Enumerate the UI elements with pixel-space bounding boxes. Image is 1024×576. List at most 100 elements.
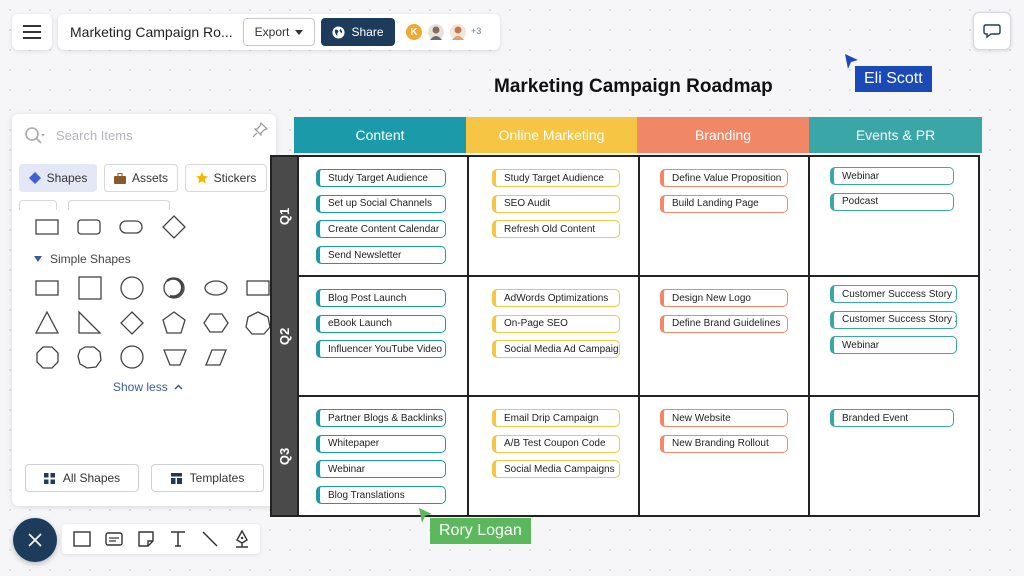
ellipse-shape bbox=[204, 280, 228, 296]
tab-stickers-label: Stickers bbox=[213, 171, 257, 185]
grid-divider bbox=[808, 157, 810, 515]
pentagon-shape bbox=[162, 311, 186, 334]
task-chip[interactable]: Study Target Audience bbox=[316, 169, 446, 187]
task-chip[interactable]: Define Brand Guidelines bbox=[660, 314, 788, 333]
pill-shape bbox=[119, 220, 143, 234]
tab-stickers[interactable]: Stickers bbox=[185, 164, 267, 192]
task-chip[interactable]: Set up Social Channels bbox=[316, 194, 446, 213]
column-header[interactable]: Events & PR bbox=[809, 117, 982, 153]
document-title[interactable]: Marketing Campaign Ro... bbox=[70, 24, 233, 40]
avatar[interactable] bbox=[426, 22, 446, 42]
tab-hidden[interactable] bbox=[19, 200, 57, 210]
search-icon bbox=[25, 127, 45, 144]
avatar[interactable]: K bbox=[404, 22, 424, 42]
grid-divider bbox=[467, 157, 469, 515]
task-chip[interactable]: Whitepaper bbox=[316, 434, 446, 453]
tab-assets[interactable]: Assets bbox=[104, 164, 178, 192]
caret-down-icon bbox=[295, 29, 304, 35]
task-chip[interactable]: Email Drip Campaign bbox=[492, 409, 620, 427]
task-chip[interactable]: Webinar bbox=[830, 336, 957, 355]
grid-divider bbox=[297, 395, 978, 397]
comments-button[interactable] bbox=[973, 12, 1011, 50]
task-chip[interactable]: AdWords Optimizations bbox=[492, 289, 620, 307]
simple-shapes-section[interactable]: Simple Shapes bbox=[34, 252, 131, 266]
search-input[interactable] bbox=[56, 128, 236, 143]
share-button[interactable]: Share bbox=[321, 18, 395, 46]
trapezoid-shape bbox=[163, 349, 187, 366]
rectangle-tool-icon[interactable] bbox=[72, 529, 92, 549]
task-chip[interactable]: Refresh Old Content bbox=[492, 220, 620, 239]
tab-shapes-label: Shapes bbox=[46, 171, 88, 185]
all-shapes-label: All Shapes bbox=[62, 471, 121, 485]
task-chip[interactable]: Study Target Audience bbox=[492, 169, 620, 187]
task-chip[interactable]: Define Value Proposition bbox=[660, 169, 788, 187]
task-chip[interactable]: A/B Test Coupon Code bbox=[492, 434, 620, 453]
pin-icon[interactable] bbox=[252, 122, 268, 138]
tab-hidden[interactable] bbox=[68, 200, 170, 210]
collaborator-cursor-label: Rory Logan bbox=[430, 518, 531, 544]
line-tool-icon[interactable] bbox=[200, 529, 220, 549]
share-label: Share bbox=[351, 25, 384, 39]
shapes-panel: Shapes Assets Stickers bbox=[12, 114, 276, 506]
column-header[interactable]: Content bbox=[294, 117, 466, 153]
menu-button[interactable] bbox=[12, 14, 52, 50]
avatar[interactable] bbox=[448, 22, 468, 42]
arc-shape bbox=[166, 277, 184, 298]
templates-button[interactable]: Templates bbox=[151, 464, 264, 492]
task-chip[interactable]: Send Newsletter bbox=[316, 246, 446, 265]
task-chip[interactable]: New Branding Rollout bbox=[660, 434, 788, 453]
tab-assets-label: Assets bbox=[131, 171, 168, 185]
task-chip[interactable]: Webinar bbox=[316, 460, 446, 479]
task-chip[interactable]: Build Landing Page bbox=[660, 194, 788, 213]
task-chip[interactable]: Partner Blogs & Backlinks bbox=[316, 409, 446, 427]
diamond-icon bbox=[28, 172, 41, 184]
show-less-link[interactable]: Show less bbox=[113, 380, 183, 394]
comment-icon bbox=[983, 24, 1001, 39]
task-chip[interactable]: SEO Audit bbox=[492, 194, 620, 213]
close-toolbar-button[interactable] bbox=[13, 518, 57, 562]
sticky-note-icon[interactable] bbox=[136, 529, 156, 549]
task-chip[interactable]: Customer Success Story 1 bbox=[830, 285, 957, 303]
show-less-label: Show less bbox=[113, 380, 168, 394]
column-header[interactable]: Online Marketing bbox=[466, 117, 637, 153]
row-label-column: Q1 Q2 Q3 bbox=[272, 157, 297, 515]
drawing-toolbar bbox=[62, 524, 260, 554]
top-toolbar: Marketing Campaign Ro... Export Share K … bbox=[58, 14, 500, 50]
task-chip[interactable]: Blog Translations bbox=[316, 486, 446, 505]
task-chip[interactable]: Branded Event bbox=[830, 409, 954, 427]
task-chip[interactable]: Design New Logo bbox=[660, 289, 788, 307]
grid-divider bbox=[297, 157, 299, 515]
task-chip[interactable]: On-Page SEO bbox=[492, 314, 620, 333]
card-tool-icon[interactable] bbox=[104, 529, 124, 549]
rectangle-shape bbox=[35, 219, 59, 235]
task-chip[interactable]: Create Content Calendar bbox=[316, 220, 446, 239]
row-label-q2: Q2 bbox=[277, 327, 292, 345]
tab-shapes[interactable]: Shapes bbox=[19, 164, 97, 192]
all-shapes-button[interactable]: All Shapes bbox=[25, 464, 139, 492]
parallelogram-shape bbox=[205, 349, 227, 366]
more-collaborators-count[interactable]: +3 bbox=[471, 26, 481, 36]
row-label-q1: Q1 bbox=[277, 207, 292, 225]
export-button[interactable]: Export bbox=[243, 18, 315, 46]
pen-tool-icon[interactable] bbox=[232, 529, 252, 549]
diamond-shape bbox=[120, 311, 144, 335]
template-icon bbox=[170, 472, 182, 484]
collaborator-cursor-label: Eli Scott bbox=[855, 66, 932, 92]
task-chip[interactable]: Webinar bbox=[830, 167, 954, 185]
task-chip[interactable]: Blog Post Launch bbox=[316, 289, 446, 307]
right-triangle-shape bbox=[78, 310, 102, 334]
task-chip[interactable]: Social Media Ad Campaign bbox=[492, 340, 620, 359]
text-tool-icon[interactable] bbox=[168, 529, 188, 549]
globe-icon bbox=[332, 25, 346, 39]
octagon-shape bbox=[36, 346, 59, 369]
task-chip[interactable]: Influencer YouTube Video bbox=[316, 340, 446, 359]
column-header[interactable]: Branding bbox=[637, 117, 809, 153]
simple-shapes-grid bbox=[34, 276, 271, 369]
square-shape bbox=[78, 276, 102, 300]
templates-label: Templates bbox=[189, 471, 245, 485]
task-chip[interactable]: eBook Launch bbox=[316, 314, 446, 333]
task-chip[interactable]: New Website bbox=[660, 409, 788, 427]
task-chip[interactable]: Social Media Campaigns bbox=[492, 460, 620, 479]
task-chip[interactable]: Customer Success Story 2 bbox=[830, 310, 957, 329]
task-chip[interactable]: Podcast bbox=[830, 192, 954, 211]
